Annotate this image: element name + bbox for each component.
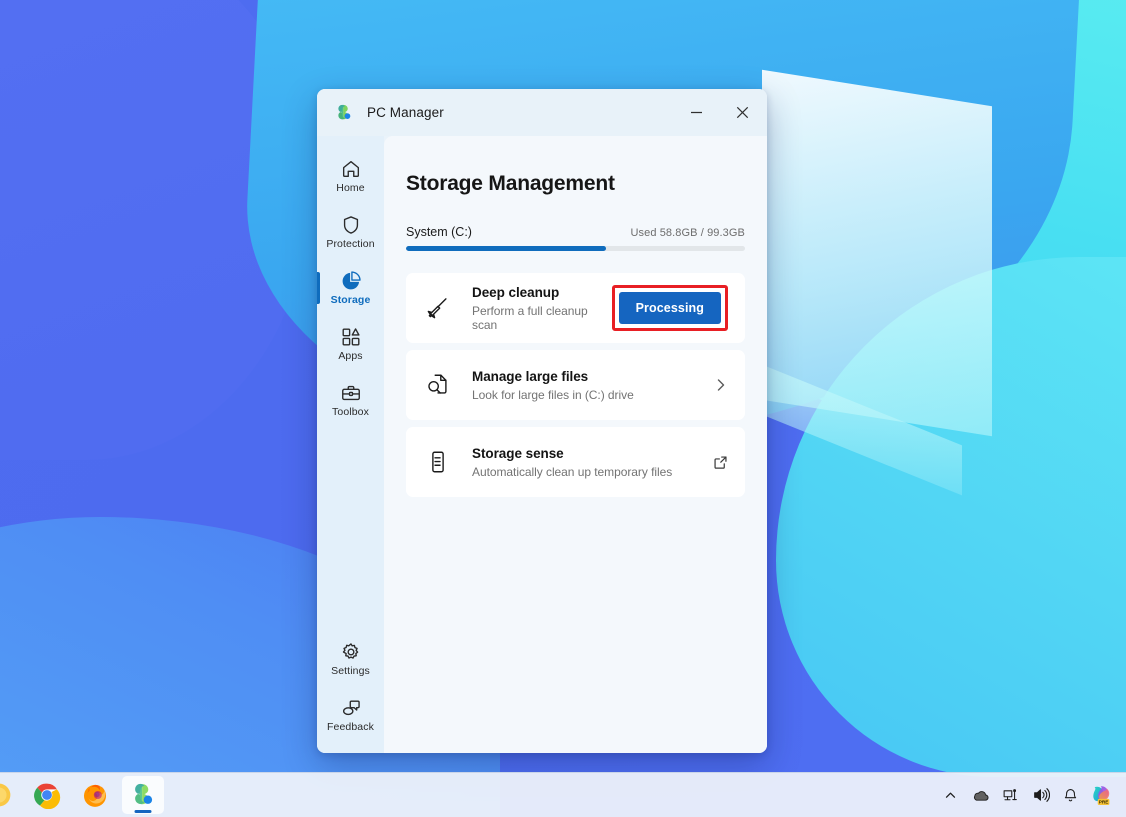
tray-notifications[interactable] bbox=[1057, 778, 1084, 812]
processing-button[interactable]: Processing bbox=[619, 292, 721, 324]
card-action: Processing bbox=[612, 285, 728, 331]
onedrive-cloud-icon bbox=[971, 786, 990, 805]
sidebar-item-storage[interactable]: Storage bbox=[317, 260, 384, 316]
window-title-text: PC Manager bbox=[367, 105, 444, 120]
card-text-block: Storage sense Automatically clean up tem… bbox=[472, 446, 713, 479]
pie-chart-icon bbox=[340, 270, 362, 292]
shield-icon bbox=[340, 214, 362, 236]
card-storage-sense[interactable]: Storage sense Automatically clean up tem… bbox=[406, 427, 745, 497]
apps-grid-icon bbox=[340, 326, 362, 348]
drive-usage-progress-fill bbox=[406, 246, 606, 251]
copilot-preview-icon: PRE bbox=[1090, 783, 1114, 807]
taskbar-item-firefox[interactable] bbox=[74, 776, 116, 814]
drive-stack-icon bbox=[425, 449, 451, 475]
minimize-button[interactable] bbox=[673, 89, 719, 136]
tray-copilot[interactable]: PRE bbox=[1087, 778, 1117, 812]
pc-manager-window: PC Manager Home bbox=[317, 89, 767, 753]
volume-icon bbox=[1032, 786, 1050, 804]
drive-usage-meter: System (C:) Used 58.8GB / 99.3GB bbox=[406, 225, 745, 251]
taskbar: PRE bbox=[0, 772, 1126, 817]
sidebar-item-label: Apps bbox=[338, 351, 362, 362]
card-action[interactable] bbox=[714, 378, 728, 392]
sidebar-item-label: Settings bbox=[331, 666, 370, 677]
file-search-icon bbox=[425, 372, 451, 398]
sidebar-spacer bbox=[317, 428, 384, 631]
drive-name-label: System (C:) bbox=[406, 225, 472, 239]
close-icon bbox=[736, 106, 749, 119]
tray-onedrive[interactable] bbox=[967, 778, 994, 812]
gear-icon bbox=[340, 641, 362, 663]
show-hidden-icons-chevron-icon bbox=[944, 789, 957, 802]
chrome-taskbar-icon bbox=[33, 781, 61, 809]
card-subtitle: Automatically clean up temporary files bbox=[472, 465, 713, 479]
card-title: Manage large files bbox=[472, 369, 714, 384]
broom-icon bbox=[425, 295, 451, 321]
window-body: Home Protection Storage bbox=[317, 136, 767, 753]
feedback-chat-icon bbox=[340, 697, 362, 719]
sidebar-item-home[interactable]: Home bbox=[317, 148, 384, 204]
sidebar-item-toolbox[interactable]: Toolbox bbox=[317, 372, 384, 428]
sidebar-item-label: Home bbox=[336, 183, 364, 194]
system-tray: PRE bbox=[937, 778, 1126, 812]
card-subtitle: Look for large files in (C:) drive bbox=[472, 388, 714, 402]
taskbar-app-list bbox=[0, 776, 164, 814]
close-button[interactable] bbox=[719, 89, 765, 136]
drive-usage-row: System (C:) Used 58.8GB / 99.3GB bbox=[406, 225, 745, 239]
card-title: Deep cleanup bbox=[472, 285, 612, 300]
taskbar-item-pc-manager[interactable] bbox=[122, 776, 164, 814]
toolbox-icon bbox=[340, 382, 362, 404]
storage-action-cards: Deep cleanup Perform a full cleanup scan… bbox=[406, 273, 745, 497]
card-text-block: Deep cleanup Perform a full cleanup scan bbox=[472, 285, 612, 332]
tray-network[interactable] bbox=[997, 778, 1024, 812]
firefox-taskbar-icon bbox=[81, 781, 109, 809]
card-deep-cleanup[interactable]: Deep cleanup Perform a full cleanup scan… bbox=[406, 273, 745, 343]
window-title-bar: PC Manager bbox=[317, 89, 767, 136]
pc-manager-logo-icon bbox=[334, 103, 354, 123]
taskbar-item-chrome[interactable] bbox=[26, 776, 68, 814]
desktop: PC Manager Home bbox=[0, 0, 1126, 817]
card-manage-large-files[interactable]: Manage large files Look for large files … bbox=[406, 350, 745, 420]
drive-usage-label: Used 58.8GB / 99.3GB bbox=[630, 227, 745, 239]
card-action[interactable] bbox=[713, 455, 728, 470]
home-icon bbox=[340, 158, 362, 180]
pc-manager-taskbar-icon bbox=[129, 781, 157, 809]
sidebar-item-label: Protection bbox=[326, 239, 374, 250]
tray-show-hidden-icons[interactable] bbox=[937, 778, 964, 812]
highlight-annotation-box: Processing bbox=[612, 285, 728, 331]
page-title: Storage Management bbox=[406, 136, 745, 196]
sidebar-item-label: Storage bbox=[331, 295, 371, 306]
card-title: Storage sense bbox=[472, 446, 713, 461]
network-icon bbox=[1002, 787, 1019, 804]
sidebar-item-apps[interactable]: Apps bbox=[317, 316, 384, 372]
sidebar-item-protection[interactable]: Protection bbox=[317, 204, 384, 260]
sidebar-item-feedback[interactable]: Feedback bbox=[317, 687, 384, 743]
sidebar-nav: Home Protection Storage bbox=[317, 136, 384, 753]
sidebar-item-settings[interactable]: Settings bbox=[317, 631, 384, 687]
copilot-preview-badge-text: PRE bbox=[1099, 799, 1109, 804]
sidebar-item-label: Feedback bbox=[327, 722, 374, 733]
drive-usage-progress-track bbox=[406, 246, 745, 251]
sidebar-item-label: Toolbox bbox=[332, 407, 369, 418]
card-subtitle: Perform a full cleanup scan bbox=[472, 304, 612, 332]
tray-volume[interactable] bbox=[1027, 778, 1054, 812]
external-link-icon bbox=[713, 455, 728, 470]
edge-taskbar-icon bbox=[0, 781, 13, 809]
taskbar-item-edge[interactable] bbox=[0, 776, 20, 814]
minimize-icon bbox=[690, 106, 703, 119]
notification-bell-icon bbox=[1062, 787, 1079, 804]
card-text-block: Manage large files Look for large files … bbox=[472, 369, 714, 402]
chevron-right-icon bbox=[714, 378, 728, 392]
content-pane: Storage Management System (C:) Used 58.8… bbox=[384, 136, 767, 753]
